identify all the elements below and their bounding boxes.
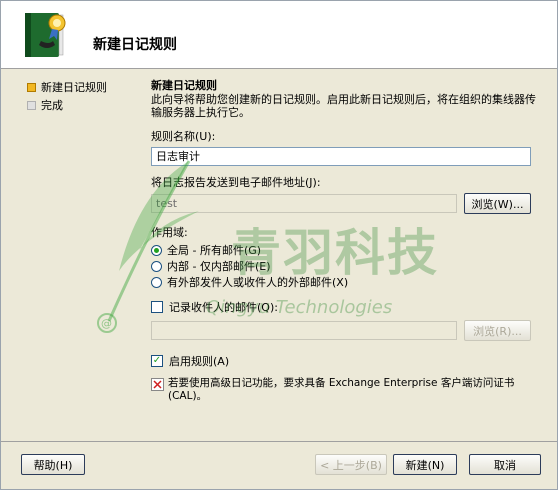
- rule-name-input[interactable]: 日志审计: [151, 147, 531, 166]
- nav-step-complete: 完成: [27, 97, 107, 113]
- wizard-footer: 帮助(H) < 上一步(B) 新建(N) 取消: [1, 441, 557, 489]
- new-button[interactable]: 新建(N): [393, 454, 457, 475]
- back-button[interactable]: < 上一步(B): [315, 454, 387, 475]
- wizard-header: 新建日记规则: [1, 1, 557, 69]
- section-title: 新建日记规则: [151, 79, 217, 92]
- svg-text:@: @: [101, 317, 112, 330]
- browse-recipient-button[interactable]: 浏览(R)...: [464, 320, 531, 341]
- checkbox-checked-icon: ✓: [151, 355, 163, 367]
- radio-unselected-icon: [151, 276, 162, 288]
- scope-global-radio[interactable]: 全局 - 所有邮件(G): [151, 242, 536, 258]
- email-address-label: 将日志报告发送到电子邮件地址(J):: [151, 176, 321, 189]
- radio-selected-icon: [151, 244, 162, 256]
- browse-email-button[interactable]: 浏览(W)...: [464, 193, 531, 214]
- enable-rule-label: 启用规则(A): [169, 355, 230, 368]
- scope-label: 作用域:: [151, 226, 188, 239]
- cancel-button[interactable]: 取消: [469, 454, 541, 475]
- premium-journal-note: 若要使用高级日记功能，要求具备 Exchange Enterprise 客户端访…: [168, 377, 515, 402]
- scope-option-label: 全局 - 所有邮件(G): [167, 244, 262, 257]
- scope-option-label: 内部 - 仅内部邮件(E): [167, 260, 271, 273]
- nav-step-new-rule: 新建日记规则: [27, 79, 107, 95]
- pending-step-icon: [27, 100, 36, 110]
- scope-internal-radio[interactable]: 内部 - 仅内部邮件(E): [151, 258, 536, 274]
- wizard-description: 此向导将帮助您创建新的日记规则。启用此新日记规则后，将在组织的集线器传输服务器上…: [151, 93, 536, 119]
- current-step-icon: [27, 82, 36, 92]
- recipient-field[interactable]: [151, 321, 457, 340]
- nav-step-label: 完成: [41, 99, 63, 112]
- wizard-title: 新建日记规则: [93, 37, 177, 53]
- new-journal-rule-wizard: 新建日记规则 新建日记规则 完成 新建日记规则 此向导将帮助您创建新的日记规则。…: [0, 0, 558, 490]
- scope-option-label: 有外部发件人或收件人的外部邮件(X): [167, 276, 349, 289]
- checkbox-unchecked-icon: [151, 301, 163, 313]
- radio-unselected-icon: [151, 260, 162, 272]
- nav-step-label: 新建日记规则: [41, 81, 107, 94]
- scope-external-radio[interactable]: 有外部发件人或收件人的外部邮件(X): [151, 274, 536, 290]
- journal-recipient-checkbox[interactable]: 记录收件人的邮件(Q):: [151, 299, 536, 315]
- rule-name-label: 规则名称(U):: [151, 130, 216, 143]
- wizard-steps: 新建日记规则 完成: [27, 79, 107, 115]
- help-button[interactable]: 帮助(H): [21, 454, 85, 475]
- enable-rule-checkbox[interactable]: ✓ 启用规则(A): [151, 353, 536, 369]
- wizard-content: 新建日记规则 此向导将帮助您创建新的日记规则。启用此新日记规则后，将在组织的集线…: [151, 77, 536, 403]
- email-address-field[interactable]: test: [151, 194, 457, 213]
- journal-book-icon: [25, 13, 66, 57]
- info-warning-icon: [151, 378, 164, 391]
- journal-recipient-label: 记录收件人的邮件(Q):: [169, 301, 278, 314]
